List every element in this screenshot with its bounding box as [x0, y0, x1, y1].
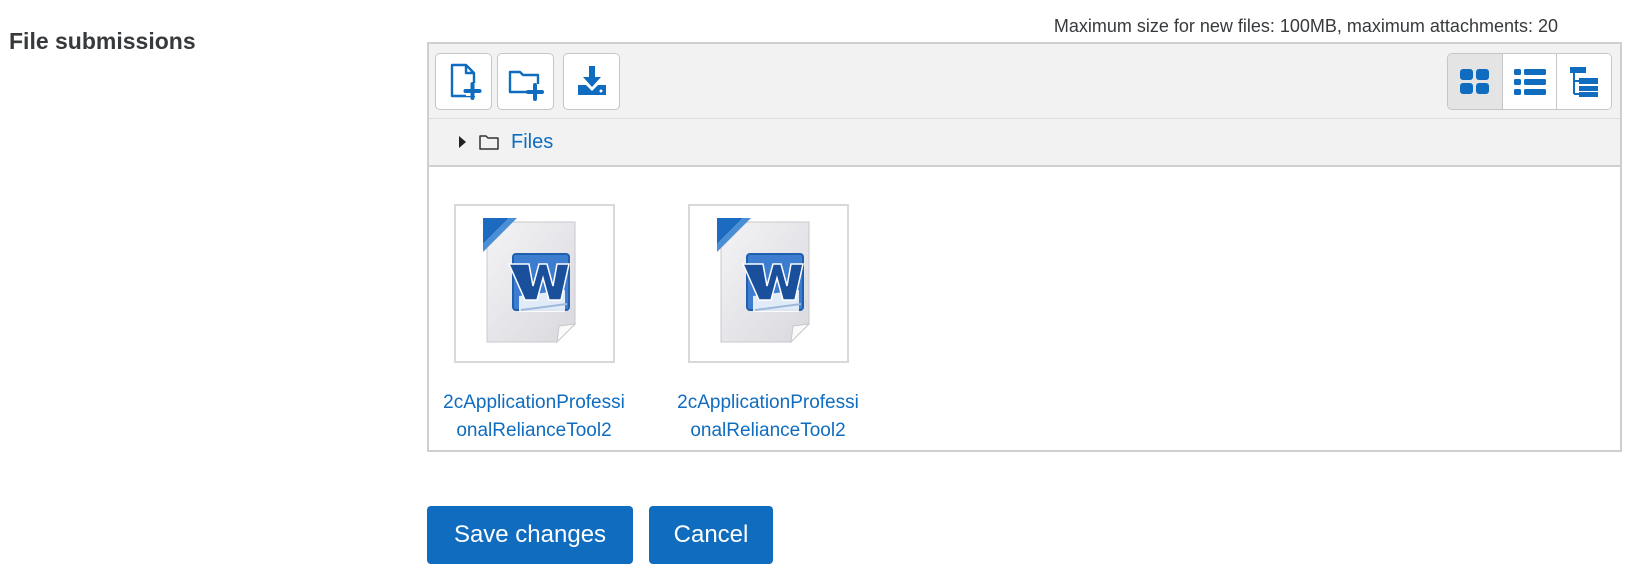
section-label: File submissions — [9, 28, 196, 54]
breadcrumb-files-link[interactable]: Files — [511, 131, 553, 154]
file-thumbnail — [453, 204, 615, 363]
file-item[interactable]: 2cApplicationProfessionalRelianceTool2 — [439, 204, 629, 445]
file-name[interactable]: 2cApplicationProfessionalRelianceTool2 — [439, 389, 629, 445]
file-plus-icon — [450, 63, 481, 100]
tree-icon — [1570, 66, 1599, 97]
view-details-button[interactable] — [1502, 54, 1558, 109]
file-name[interactable]: 2cApplicationProfessionalRelianceTool2 — [673, 389, 863, 445]
folder-icon — [479, 134, 499, 150]
cancel-button[interactable]: Cancel — [649, 506, 773, 564]
word-document-icon — [717, 217, 811, 343]
view-icons-button[interactable] — [1448, 54, 1503, 109]
upload-limits-text: Maximum size for new files: 100MB, maxim… — [1053, 16, 1558, 36]
grid-icon — [1459, 68, 1489, 94]
word-document-icon — [483, 217, 577, 343]
create-folder-button[interactable] — [497, 53, 554, 110]
expand-caret-icon[interactable] — [459, 136, 466, 148]
list-icon — [1513, 68, 1546, 95]
file-manager-toolbar — [429, 44, 1620, 119]
breadcrumb: Files — [429, 119, 1620, 167]
view-tree-button[interactable] — [1557, 54, 1611, 109]
add-file-button[interactable] — [435, 53, 492, 110]
file-thumbnail — [687, 204, 849, 363]
file-item[interactable]: 2cApplicationProfessionalRelianceTool2 — [673, 204, 863, 445]
save-changes-button[interactable]: Save changes — [427, 506, 633, 564]
file-manager: Files 2cApplicationProfessionalRelianceT… — [427, 42, 1622, 452]
folder-plus-icon — [508, 70, 544, 101]
download-all-button[interactable] — [563, 53, 620, 110]
download-icon — [577, 65, 606, 95]
view-switcher — [1447, 53, 1612, 110]
file-list: 2cApplicationProfessionalRelianceTool2 2… — [429, 169, 1620, 450]
